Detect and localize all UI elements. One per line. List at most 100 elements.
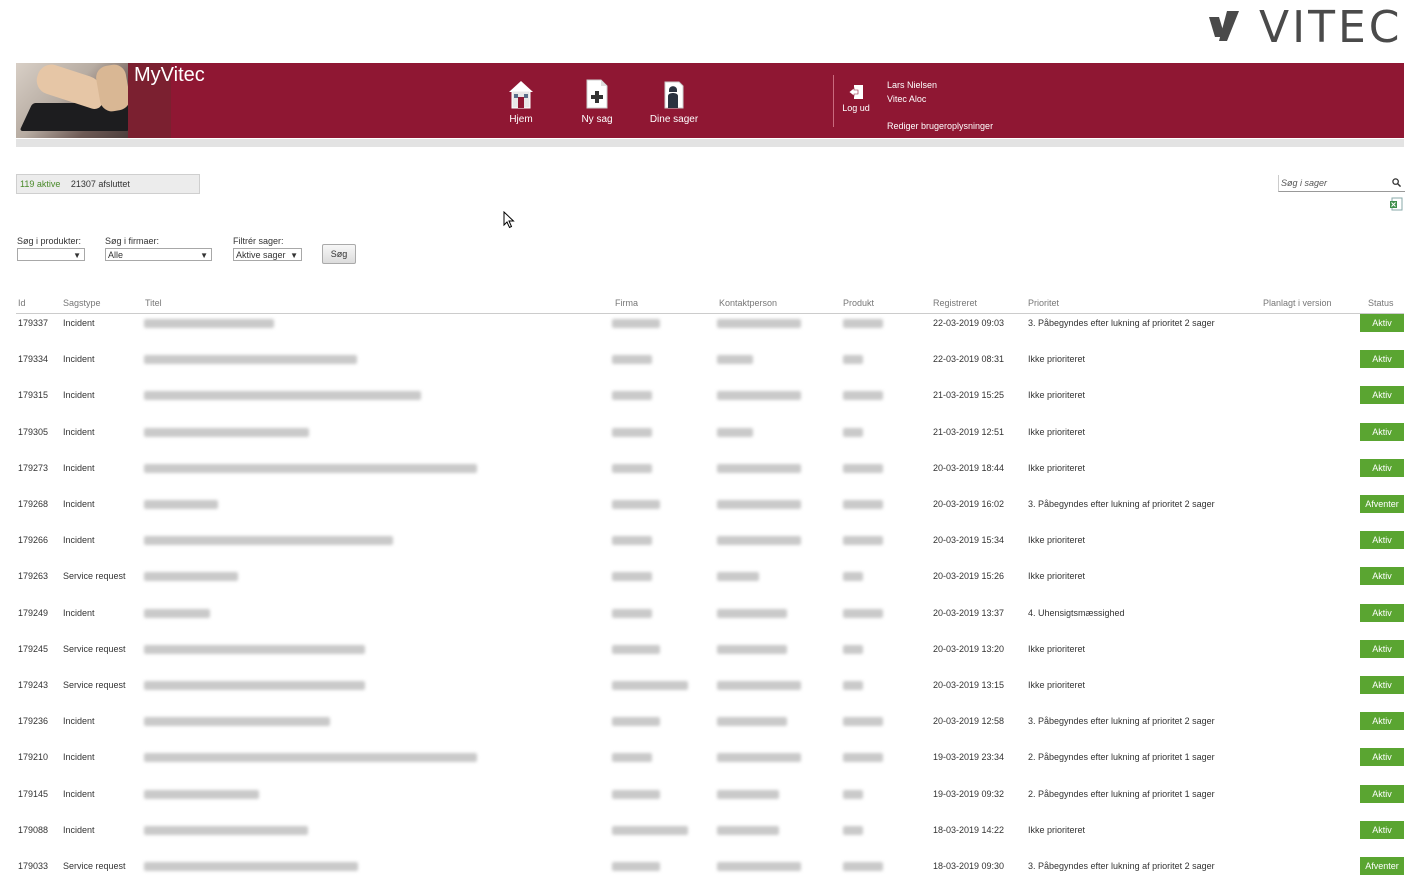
case-id[interactable]: 179273 (18, 463, 48, 473)
col-type[interactable]: Sagstype (63, 298, 101, 308)
nav-my-cases-label: Dine sager (649, 114, 699, 125)
redacted-contact (717, 789, 779, 799)
col-product[interactable]: Produkt (843, 298, 874, 308)
table-row[interactable]: 179315 Incident 21-03-2019 15:25 Ikke prior… (16, 386, 1404, 406)
redacted-contact (717, 319, 801, 328)
nav-new-case-button[interactable]: Ny sag (567, 78, 627, 125)
case-id[interactable]: 179245 (18, 644, 48, 654)
redacted-title[interactable] (144, 463, 477, 473)
case-id[interactable]: 179243 (18, 680, 48, 690)
col-id[interactable]: Id (18, 298, 26, 308)
col-title[interactable]: Titel (145, 298, 162, 308)
search-button[interactable]: Søg (322, 244, 356, 264)
redacted-title[interactable] (144, 608, 210, 618)
case-type: Service request (63, 571, 126, 582)
new-case-icon (586, 79, 608, 109)
table-row[interactable]: 179145 Incident 19-03-2019 09:32 2. Påbegyn… (16, 784, 1404, 805)
case-type: Incident (63, 426, 95, 437)
case-id[interactable]: 179249 (18, 608, 48, 618)
redacted-contact (717, 681, 801, 690)
case-priority: Ikke prioriteret (1028, 426, 1086, 437)
table-row[interactable]: 179263 Service request 20-03-2019 15:26 Ikk… (16, 567, 1404, 587)
table-row[interactable]: 179334 Incident 22-03-2019 08:31 Ikke prior… (16, 350, 1404, 370)
redacted-title[interactable] (144, 753, 477, 763)
case-type: Incident (63, 390, 95, 401)
redacted-title[interactable] (144, 500, 218, 509)
case-registered: 20-03-2019 18:44 (933, 462, 1005, 473)
case-id[interactable]: 179145 (18, 789, 48, 799)
redacted-contact (717, 572, 759, 582)
col-registered[interactable]: Registreret (933, 298, 977, 308)
nav-new-case-label: Ny sag (581, 114, 613, 125)
logout-button[interactable]: Log ud (836, 84, 876, 113)
nav-my-cases-button[interactable]: Dine sager (644, 78, 704, 125)
redacted-title[interactable] (144, 789, 259, 799)
table-row[interactable]: 179236 Incident 20-03-2019 12:58 3. Påbegyn… (16, 712, 1404, 732)
redacted-product (843, 608, 883, 618)
redacted-contact (717, 355, 753, 365)
table-row[interactable]: 179266 Incident 20-03-2019 15:34 Ikke prior… (16, 531, 1404, 551)
redacted-title[interactable] (144, 644, 365, 654)
case-id[interactable]: 179236 (18, 716, 48, 726)
table-row[interactable]: 179210 Incident 19-03-2019 23:34 2. Påbegyn… (16, 748, 1404, 768)
col-version[interactable]: Planlagt i version (1263, 298, 1332, 308)
home-icon (509, 81, 533, 109)
case-priority: 2. Påbegyndes efter lukning af prioritet… (1028, 788, 1215, 799)
table-row[interactable]: 179033 Service request 18-03-2019 09:30 3. … (16, 857, 1404, 877)
active-count-tab[interactable]: 119 aktive (17, 179, 60, 189)
case-id[interactable]: 179266 (18, 535, 48, 545)
table-row[interactable]: 179337 Incident 22-03-2019 09:03 3. Påbegyn… (16, 314, 1404, 334)
closed-count-tab[interactable]: 21307 afsluttet (63, 179, 130, 189)
table-row[interactable]: 179245 Service request 20-03-2019 13:20 Ikk… (16, 639, 1404, 660)
redacted-title[interactable] (144, 572, 238, 582)
firms-select[interactable]: Alle ▼ (105, 248, 212, 261)
table-row[interactable]: 179305 Incident 21-03-2019 12:51 Ikke prior… (16, 422, 1404, 443)
case-registered: 22-03-2019 09:03 (933, 318, 1005, 328)
case-registered: 20-03-2019 15:34 (933, 535, 1005, 546)
case-id[interactable]: 179088 (18, 825, 48, 835)
case-id[interactable]: 179263 (18, 571, 48, 581)
case-id[interactable]: 179305 (18, 427, 48, 437)
case-id[interactable]: 179334 (18, 354, 48, 364)
edit-user-link[interactable]: Rediger brugeroplysninger (887, 119, 993, 133)
col-contact[interactable]: Kontaktperson (719, 298, 777, 308)
table-row[interactable]: 179243 Service request 20-03-2019 13:15 Ikk… (16, 676, 1404, 696)
app-header: MyVitec Hjem Ny sag Dine sager Log ud La… (16, 63, 1404, 138)
export-excel-icon[interactable] (1389, 197, 1403, 211)
redacted-title[interactable] (144, 355, 357, 365)
case-registered: 19-03-2019 23:34 (933, 752, 1005, 763)
redacted-title[interactable] (144, 536, 393, 546)
table-row[interactable]: 179268 Incident 20-03-2019 16:02 3. Påbegyn… (16, 495, 1404, 515)
status-badge: Aktiv (1360, 820, 1404, 839)
cases-select[interactable]: Aktive sager ▼ (233, 248, 302, 261)
redacted-title[interactable] (144, 391, 421, 401)
case-type: Incident (63, 354, 95, 365)
redacted-product (843, 355, 863, 365)
table-row[interactable]: 179088 Incident 18-03-2019 14:22 Ikke prior… (16, 820, 1404, 841)
search-icon[interactable] (1392, 178, 1401, 187)
redacted-title[interactable] (144, 427, 309, 437)
case-id[interactable]: 179315 (18, 390, 48, 400)
redacted-contact (717, 717, 787, 727)
nav-home-button[interactable]: Hjem (491, 78, 551, 125)
col-priority[interactable]: Prioritet (1028, 298, 1059, 308)
redacted-title[interactable] (144, 681, 365, 690)
redacted-title[interactable] (144, 717, 330, 727)
redacted-title[interactable] (144, 825, 308, 835)
case-id[interactable]: 179210 (18, 752, 48, 762)
status-badge: Aktiv (1360, 350, 1404, 369)
case-search-input[interactable]: Søg i sager (1278, 175, 1405, 192)
status-badge: Aktiv (1360, 386, 1404, 405)
table-row[interactable]: 179249 Incident 20-03-2019 13:37 4. Uhensig… (16, 603, 1404, 624)
col-status[interactable]: Status (1368, 298, 1394, 308)
case-id[interactable]: 179268 (18, 499, 48, 509)
col-firm[interactable]: Firma (615, 298, 638, 308)
status-badge: Aktiv (1360, 314, 1404, 332)
table-row[interactable]: 179273 Incident 20-03-2019 18:44 Ikke prior… (16, 458, 1404, 479)
case-registered: 18-03-2019 14:22 (933, 824, 1005, 835)
user-name: Lars Nielsen (887, 80, 938, 90)
case-id[interactable]: 179337 (18, 318, 48, 328)
products-select[interactable]: ▼ (17, 248, 85, 261)
case-registered: 20-03-2019 13:37 (933, 607, 1005, 618)
redacted-title[interactable] (144, 319, 274, 328)
